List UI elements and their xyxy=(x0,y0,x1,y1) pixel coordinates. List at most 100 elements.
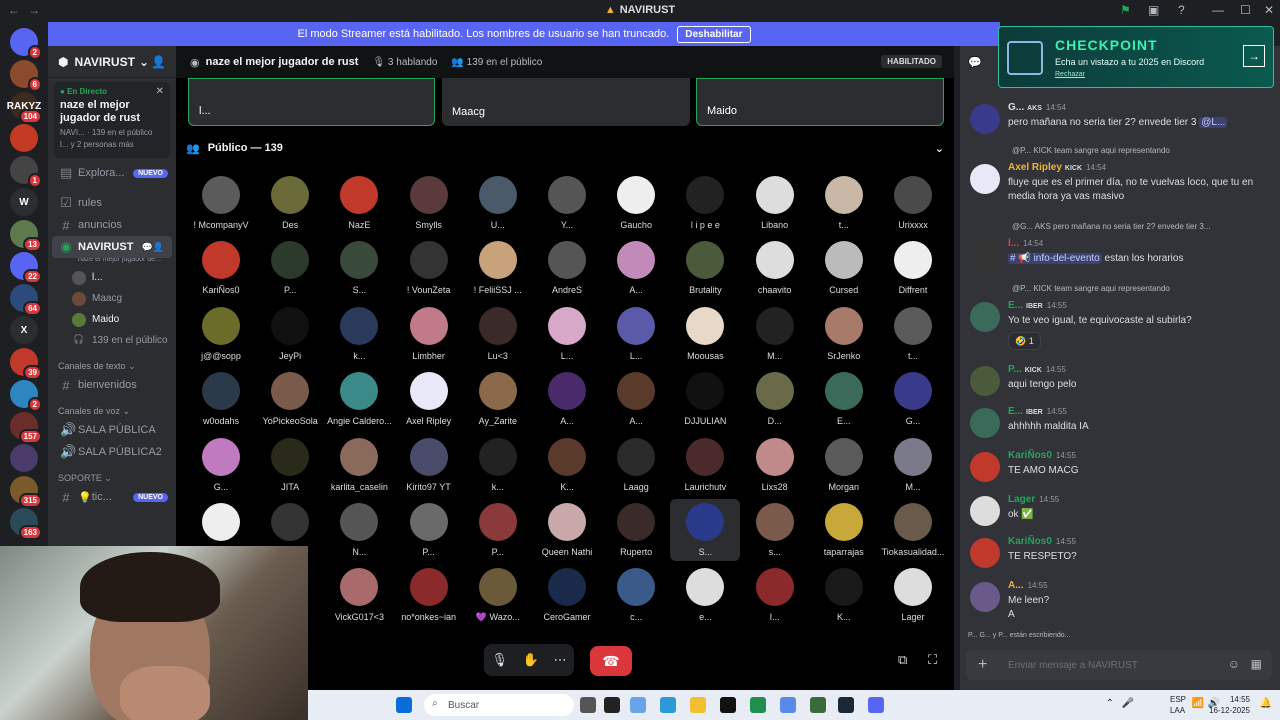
language-indicator[interactable]: ESP LAA xyxy=(1170,694,1186,716)
guild-icon[interactable]: W xyxy=(10,188,38,216)
audience-member[interactable]: no*onkes~ian xyxy=(394,568,464,630)
avatar[interactable] xyxy=(970,366,1000,396)
popout-icon[interactable]: ⧉ xyxy=(898,652,907,668)
audience-member[interactable]: Gaucho xyxy=(601,176,671,238)
disable-button[interactable]: Deshabilitar xyxy=(677,25,751,43)
guild-icon[interactable]: 64 xyxy=(10,284,42,316)
audience-member[interactable]: karlita_caselin xyxy=(324,437,394,500)
audience-member[interactable]: ! FeliiSSJ ... xyxy=(463,241,533,303)
audience-member[interactable]: Queen Nathi xyxy=(532,503,602,565)
explore-channel[interactable]: ▤ Explora... NUEVO xyxy=(48,162,176,184)
guild-icon[interactable]: 2 xyxy=(10,380,42,412)
audience-member[interactable]: JeyPi xyxy=(255,306,325,369)
promo-dismiss-link[interactable]: Rechazar xyxy=(1055,71,1085,78)
chat-header-icon[interactable]: 💬 xyxy=(968,56,982,69)
author-name[interactable]: KariÑos0 xyxy=(1008,536,1052,547)
audience-member[interactable]: Cursed xyxy=(809,241,879,303)
participant-tile[interactable]: Maido xyxy=(696,78,944,126)
voice-channel-sala-publica2[interactable]: 🔊 SALA PÚBLICA2 xyxy=(48,441,176,463)
maximize-icon[interactable]: ☐ xyxy=(1240,3,1251,17)
raise-hand-icon[interactable]: ✋ xyxy=(523,652,539,668)
arrow-right-icon[interactable]: → xyxy=(1243,45,1265,67)
channel-bienvenidos[interactable]: # bienvenidos xyxy=(48,374,176,396)
audience-member[interactable]: S... xyxy=(324,241,394,303)
audience-member[interactable]: CeroGamer xyxy=(532,568,602,630)
audience-member[interactable]: A... xyxy=(601,372,671,434)
audience-member[interactable]: Axel Ripley xyxy=(394,372,464,434)
participant-tile[interactable]: l... xyxy=(188,78,435,126)
author-name[interactable]: E... xyxy=(1008,300,1023,311)
audience-member[interactable]: t... xyxy=(809,176,879,238)
audience-member[interactable]: M... xyxy=(740,306,810,369)
audience-member[interactable]: K... xyxy=(532,437,602,500)
help-icon[interactable]: ? xyxy=(1178,3,1185,17)
discord-home-icon[interactable]: 2 xyxy=(10,28,42,60)
audience-member[interactable]: c... xyxy=(601,568,671,630)
guild-icon[interactable]: 13 xyxy=(10,220,42,252)
wifi-icon[interactable]: 📶 xyxy=(1192,698,1204,709)
voice-user[interactable]: Maacg xyxy=(48,288,176,309)
folder-icon[interactable] xyxy=(690,697,706,713)
audience-member[interactable]: DJJULIAN xyxy=(670,372,740,434)
voice-channel-navirust[interactable]: ◉ NAVIRUST 💬👤 xyxy=(52,236,172,258)
taskbar-search[interactable]: ⌕ Buscar xyxy=(424,694,574,716)
audience-member[interactable]: w0odahs xyxy=(186,372,256,434)
fullscreen-icon[interactable]: ⛶ xyxy=(928,652,937,668)
audience-member[interactable]: L... xyxy=(601,306,671,369)
author-name[interactable]: Lager xyxy=(1008,494,1035,505)
channel-ticket[interactable]: # 💡 tic... NUEVO xyxy=(48,486,176,508)
app-icon[interactable] xyxy=(604,697,620,713)
tray-chevron-icon[interactable]: ⌃ xyxy=(1106,698,1114,709)
audience-member[interactable]: S... xyxy=(670,499,741,561)
guild-icon[interactable]: 6 xyxy=(10,60,42,92)
audience-member[interactable]: Kirito97 YT xyxy=(394,437,464,500)
audience-member[interactable]: P... xyxy=(463,503,533,565)
audience-member[interactable]: Libano xyxy=(740,176,810,238)
guild-icon[interactable]: 315 xyxy=(10,476,42,508)
audience-member[interactable]: Laurichutv xyxy=(670,437,740,500)
audience-member[interactable]: 💜 Wazo... xyxy=(463,568,533,630)
steam-icon[interactable] xyxy=(838,697,854,713)
participant-tile[interactable]: Maacg xyxy=(442,78,690,126)
audience-member[interactable]: P... xyxy=(255,241,325,303)
add-member-icon[interactable]: 👤 xyxy=(151,55,166,69)
avatar[interactable] xyxy=(970,408,1000,438)
audience-member[interactable]: k... xyxy=(463,437,533,500)
author-name[interactable]: KariÑos0 xyxy=(1008,450,1052,461)
disconnect-button[interactable]: ☎ xyxy=(590,646,632,676)
audience-member[interactable]: P... xyxy=(394,503,464,565)
notification-icon[interactable]: 🔔 xyxy=(1260,698,1272,709)
tiktok-icon[interactable] xyxy=(720,697,736,713)
audience-member[interactable]: YoPickeoSola xyxy=(255,372,325,434)
audience-member[interactable]: Moousas xyxy=(670,306,740,369)
copilot-icon[interactable] xyxy=(630,697,646,713)
avatar[interactable] xyxy=(970,538,1000,568)
audience-member[interactable]: Morgan xyxy=(809,437,879,500)
add-icon[interactable]: + xyxy=(978,656,987,674)
avatar[interactable] xyxy=(970,164,1000,194)
audience-member[interactable]: I... xyxy=(740,568,810,630)
chevron-down-icon[interactable]: ⌄ xyxy=(935,142,944,155)
audience-member[interactable]: Limbher xyxy=(394,306,464,369)
windows-start-icon[interactable] xyxy=(396,697,412,713)
author-name[interactable]: A... xyxy=(1008,580,1024,591)
author-name[interactable]: Axel Ripley xyxy=(1008,162,1062,173)
guild-icon[interactable]: 157 xyxy=(10,412,42,444)
reply-preview[interactable]: @P... KICK team sangre aqui representand… xyxy=(1012,284,1262,293)
guild-icon[interactable]: RAKYZ 104 xyxy=(7,92,42,124)
audience-member[interactable]: VickG017<3 xyxy=(324,568,394,630)
audience-member[interactable]: taparrajas xyxy=(809,503,879,565)
audience-member[interactable]: N... xyxy=(324,503,394,565)
mic-icon[interactable]: 🎤 xyxy=(1122,698,1134,709)
audience-member[interactable]: A... xyxy=(532,372,602,434)
guild-icon[interactable] xyxy=(10,124,38,152)
audience-member[interactable]: j@@sopp xyxy=(186,306,256,369)
audience-member[interactable]: Lu<3 xyxy=(463,306,533,369)
audience-member[interactable]: SrJenko xyxy=(809,306,879,369)
audience-member[interactable]: G... xyxy=(878,372,948,434)
audience-member[interactable]: Lixs28 xyxy=(740,437,810,500)
audience-member[interactable]: Angie Caldero... xyxy=(324,372,394,434)
author-name[interactable]: G... xyxy=(1008,102,1024,113)
flag-icon[interactable]: ⚑ xyxy=(1120,3,1131,17)
guild-icon[interactable]: 39 xyxy=(10,348,42,380)
